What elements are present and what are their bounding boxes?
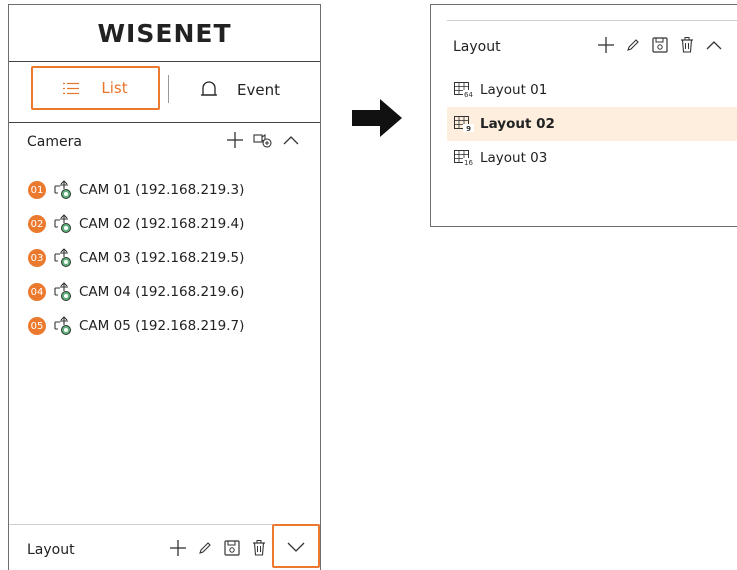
camera-icon xyxy=(54,214,71,233)
right-arrow-icon xyxy=(352,99,402,137)
layout-grid-count: 16 xyxy=(464,159,473,166)
camera-list-item[interactable]: 04 CAM 04 (192.168.219.6) xyxy=(28,275,244,309)
plus-icon[interactable] xyxy=(227,132,243,148)
header-divider xyxy=(9,61,320,62)
chevron-down-icon xyxy=(287,542,305,552)
camera-label: CAM 04 (192.168.219.6) xyxy=(79,284,245,300)
layout-label: Layout 02 xyxy=(480,116,555,132)
camera-label: CAM 03 (192.168.219.5) xyxy=(79,250,245,266)
wisenet-logo: WISENET xyxy=(97,19,232,48)
tab-event[interactable]: Event xyxy=(199,77,280,103)
layout-top-divider xyxy=(447,20,737,21)
trash-icon[interactable] xyxy=(680,37,694,53)
layout-section-actions-collapsed xyxy=(170,540,266,556)
layout-list-item[interactable]: 9 Layout 02 xyxy=(447,107,737,141)
layout-grid-icon: 64 xyxy=(454,82,474,98)
camera-number-badge: 01 xyxy=(28,181,46,199)
plus-icon[interactable] xyxy=(170,540,186,556)
layout-section-actions xyxy=(598,37,722,53)
live-sidebar-panel: WISENET List Event Camera 01 CAM 01 (192… xyxy=(8,4,321,570)
camera-list-item[interactable]: 05 CAM 05 (192.168.219.7) xyxy=(28,309,244,343)
camera-label: CAM 01 (192.168.219.3) xyxy=(79,182,245,198)
camera-icon xyxy=(54,248,71,267)
pencil-icon[interactable] xyxy=(626,38,640,52)
tab-divider xyxy=(168,75,169,103)
layout-list-item[interactable]: 64 Layout 01 xyxy=(447,73,737,107)
camera-list-item[interactable]: 01 CAM 01 (192.168.219.3) xyxy=(28,173,244,207)
list-icon xyxy=(63,82,80,94)
camera-label: CAM 02 (192.168.219.4) xyxy=(79,216,245,232)
camera-icon xyxy=(54,180,71,199)
chevron-up-icon[interactable] xyxy=(706,40,722,50)
layout-section-title-collapsed: Layout xyxy=(27,542,75,558)
layout-list-item[interactable]: 16 Layout 03 xyxy=(447,141,737,175)
layout-label: Layout 03 xyxy=(480,150,548,166)
layout-list: 64 Layout 01 9 Layout 02 16 Layout 03 xyxy=(447,73,737,175)
camera-list: 01 CAM 01 (192.168.219.3) 02 CAM 02 (192.16… xyxy=(28,173,244,343)
camera-section-title: Camera xyxy=(27,134,82,150)
camera-number-badge: 05 xyxy=(28,317,46,335)
bell-icon xyxy=(201,81,217,96)
layout-panel-expanded: Layout 64 Layout 01 9 Layout 02 16 Layout 03 xyxy=(430,4,737,227)
add-camera-icon[interactable] xyxy=(253,132,273,148)
save-icon[interactable] xyxy=(652,37,668,53)
layout-expand-button[interactable] xyxy=(272,524,320,568)
camera-icon xyxy=(54,282,71,301)
pencil-icon[interactable] xyxy=(198,541,212,555)
camera-section-actions xyxy=(227,132,299,148)
camera-list-item[interactable]: 02 CAM 02 (192.168.219.4) xyxy=(28,207,244,241)
layout-grid-count: 9 xyxy=(466,125,471,132)
camera-list-item[interactable]: 03 CAM 03 (192.168.219.5) xyxy=(28,241,244,275)
plus-icon[interactable] xyxy=(598,37,614,53)
layout-grid-icon: 9 xyxy=(454,116,474,132)
camera-icon xyxy=(54,316,71,335)
chevron-up-icon[interactable] xyxy=(283,135,299,145)
tabs-divider xyxy=(9,122,320,123)
camera-number-badge: 03 xyxy=(28,249,46,267)
layout-grid-count: 64 xyxy=(464,91,473,98)
tab-list-label: List xyxy=(101,79,128,97)
trash-icon[interactable] xyxy=(252,540,266,556)
camera-number-badge: 04 xyxy=(28,283,46,301)
tab-list[interactable]: List xyxy=(31,66,160,110)
tab-event-label: Event xyxy=(237,81,280,99)
save-icon[interactable] xyxy=(224,540,240,556)
camera-label: CAM 05 (192.168.219.7) xyxy=(79,318,245,334)
camera-number-badge: 02 xyxy=(28,215,46,233)
layout-label: Layout 01 xyxy=(480,82,548,98)
layout-section-title: Layout xyxy=(453,39,501,55)
layout-grid-icon: 16 xyxy=(454,150,474,166)
